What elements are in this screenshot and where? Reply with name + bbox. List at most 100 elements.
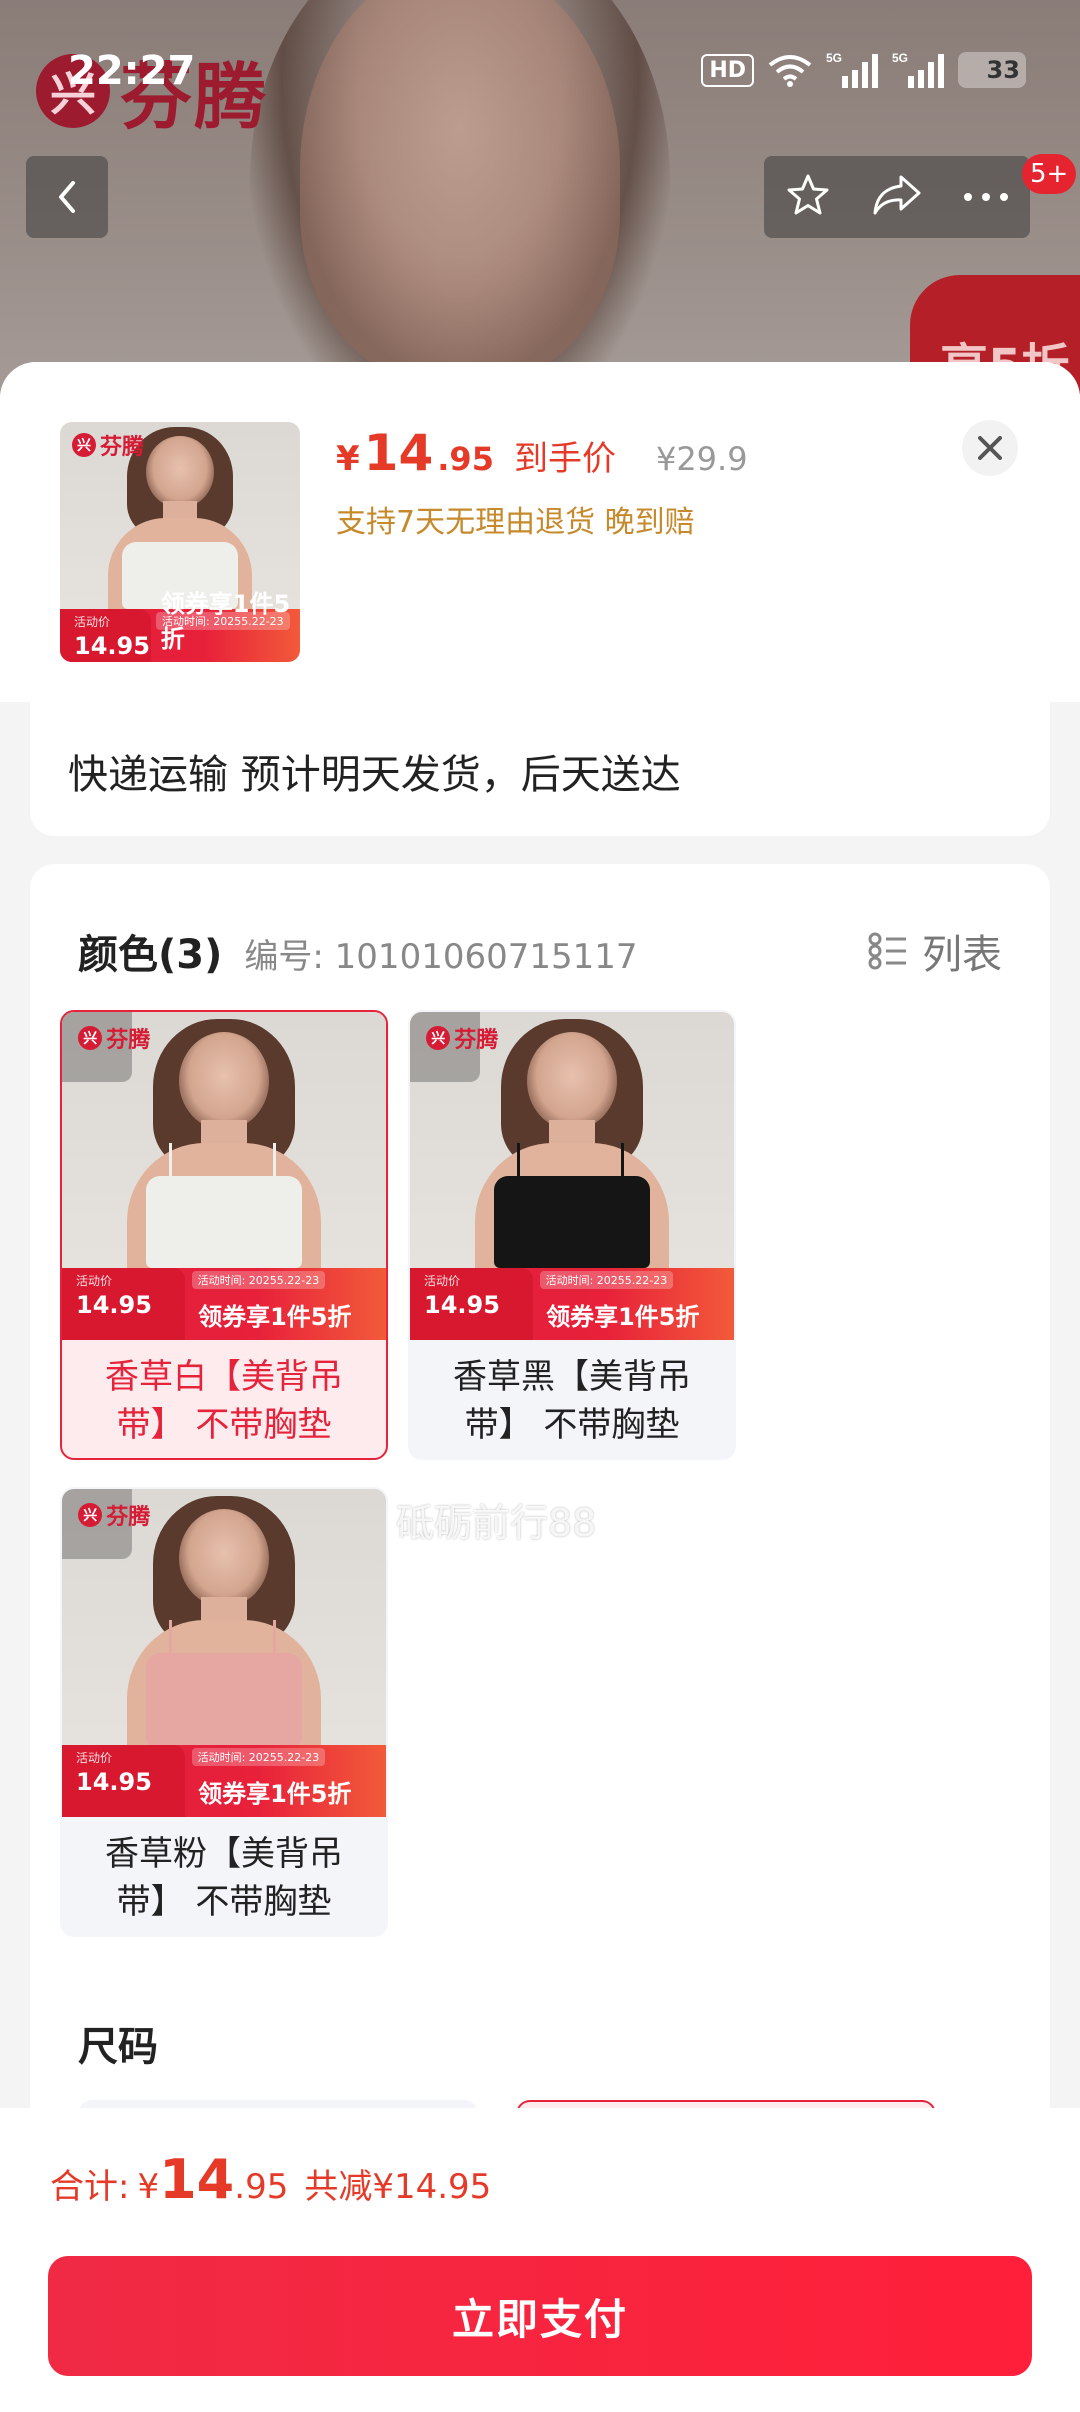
promo-price-label: 活动价 xyxy=(76,1750,113,1765)
price-symbol: ¥ xyxy=(336,439,360,479)
signal-icon-2: 5G xyxy=(892,50,944,90)
total-symbol: ¥ xyxy=(137,2167,160,2207)
model-head xyxy=(178,1031,270,1131)
promo-coupon: 领券享1件5折 xyxy=(160,590,291,653)
promo-price: 14.95 xyxy=(74,632,150,661)
wifi-icon xyxy=(768,53,812,87)
sheet-header: 兴 芬腾 活动价 14.95 活动时间: 20255.22-23 领券享1件5折… xyxy=(0,362,1080,702)
promo-strip: 活动价 14.95 活动时间: 20255.22-23 领券享1件5折 xyxy=(62,1744,386,1817)
color-option-2[interactable]: 兴芬腾活动价 14.95 活动时间: 20255.22-23 领券享1件5折香草粉【美… xyxy=(60,1487,388,1937)
color-option-label: 香草粉【美背吊带】 不带胸垫 xyxy=(105,1834,343,1922)
total-discount: 共减¥14.95 xyxy=(304,2167,492,2207)
brand-dot-icon: 兴 xyxy=(78,1025,103,1050)
color-option-image: 兴芬腾活动价 14.95 活动时间: 20255.22-23 领券享1件5折 xyxy=(410,1012,734,1340)
product-code: 编号: 10101060715117 xyxy=(244,937,638,977)
list-view-toggle[interactable]: 列表 xyxy=(868,922,1002,980)
return-guarantee: 支持7天无理由退货 晚到赔 xyxy=(336,505,695,540)
model-head xyxy=(178,1508,270,1608)
price-line: ¥ 14 .95 到手价 ¥29.9 xyxy=(336,424,748,482)
promo-coupon: 领券享1件5折 xyxy=(546,1303,700,1331)
price-integer: 14 xyxy=(363,424,434,482)
sku-selection-sheet: 兴 芬腾 活动价 14.95 活动时间: 20255.22-23 领券享1件5折… xyxy=(0,362,1080,2412)
promo-price: 14.95 xyxy=(424,1290,500,1319)
product-thumbnail-image: 兴 芬腾 活动价 14.95 活动时间: 20255.22-23 领券享1件5折 xyxy=(60,422,300,662)
nav-actions xyxy=(764,156,1030,238)
promo-price-label: 活动价 xyxy=(76,1273,113,1288)
total-line: 合计: ¥ 14 .95 共减¥14.95 xyxy=(50,2148,491,2211)
promo-time: 活动时间: 20255.22-23 xyxy=(191,1747,326,1766)
image-brand-text: 芬腾 xyxy=(106,1504,151,1530)
color-header: 颜色(3) 编号: 10101060715117 xyxy=(78,922,638,980)
promo-price-box: 活动价 14.95 xyxy=(410,1267,534,1340)
total-integer: 14 xyxy=(159,2148,235,2211)
battery-icon: 33 xyxy=(958,52,1026,88)
promo-coupon: 领券享1件5折 xyxy=(198,1303,352,1331)
back-button[interactable] xyxy=(26,156,108,238)
image-brand-text: 芬腾 xyxy=(100,435,145,461)
promo-time: 活动时间: 20255.22-23 xyxy=(539,1270,674,1289)
total-label: 合计: xyxy=(50,2167,130,2207)
message-badge: 5+ xyxy=(1022,154,1077,194)
checkout-bar: 合计: ¥ 14 .95 共减¥14.95 立即支付 xyxy=(0,2108,1080,2412)
close-button[interactable] xyxy=(962,420,1018,476)
promo-price: 14.95 xyxy=(76,1290,152,1319)
promo-strip: 活动价 14.95 活动时间: 20255.22-23 领券享1件5折 xyxy=(410,1267,734,1340)
hd-icon: HD xyxy=(701,53,754,87)
pay-now-button[interactable]: 立即支付 xyxy=(48,2256,1032,2376)
promo-strip: 活动价 14.95 活动时间: 20255.22-23 领券享1件5折 xyxy=(62,1267,386,1340)
size-title: 尺码 xyxy=(78,2024,158,2070)
shipping-card: 快递运输 预计明天发货，后天送达 xyxy=(30,700,1050,836)
list-icon xyxy=(868,932,906,970)
signal-icon: 5G xyxy=(826,50,878,90)
color-option-image: 兴芬腾活动价 14.95 活动时间: 20255.22-23 领券享1件5折 xyxy=(62,1489,386,1817)
brand-dot-icon: 兴 xyxy=(426,1025,451,1050)
camisole-top xyxy=(146,1653,302,1745)
network-type-label-2: 5G xyxy=(892,51,908,65)
color-option-1[interactable]: 兴芬腾活动价 14.95 活动时间: 20255.22-23 领券享1件5折香草黑【美… xyxy=(408,1010,736,1460)
image-brand-logo: 兴芬腾 xyxy=(78,1499,150,1531)
share-icon xyxy=(873,175,921,215)
color-option-label: 香草白【美背吊带】 不带胸垫 xyxy=(105,1357,343,1445)
promo-strip: 活动价 14.95 活动时间: 20255.22-23 领券享1件5折 xyxy=(60,590,300,662)
status-time: 22:27 xyxy=(68,48,196,94)
list-label: 列表 xyxy=(922,932,1002,978)
camisole-top xyxy=(494,1176,650,1268)
total-decimal: .95 xyxy=(234,2167,289,2207)
image-brand-text: 芬腾 xyxy=(454,1027,499,1053)
promo-price-box: 活动价 14.95 xyxy=(60,609,152,662)
promo-price-box: 活动价 14.95 xyxy=(62,1744,186,1817)
image-brand-logo: 兴芬腾 xyxy=(426,1022,498,1054)
promo-price-label: 活动价 xyxy=(74,615,111,630)
back-icon xyxy=(59,181,75,213)
promo-price-label: 活动价 xyxy=(424,1273,461,1288)
price-tag: 到手价 xyxy=(513,439,616,479)
color-option-label: 香草黑【美背吊带】 不带胸垫 xyxy=(453,1357,691,1445)
watermark: 砥砺前行88 xyxy=(396,1501,597,1545)
price-decimal: .95 xyxy=(437,440,494,478)
color-title: 颜色(3) xyxy=(78,932,223,978)
camisole-top xyxy=(146,1176,302,1268)
star-icon xyxy=(787,174,829,215)
model-head xyxy=(526,1031,618,1131)
more-button[interactable] xyxy=(962,188,1010,207)
share-button[interactable] xyxy=(871,171,923,223)
close-icon xyxy=(978,436,1002,460)
promo-price: 14.95 xyxy=(76,1767,152,1796)
promo-time: 活动时间: 20255.22-23 xyxy=(191,1270,326,1289)
color-option-0[interactable]: 兴芬腾活动价 14.95 活动时间: 20255.22-23 领券享1件5折香草白【美… xyxy=(60,1010,388,1460)
network-type-label: 5G xyxy=(826,51,842,65)
image-brand-logo: 兴 芬腾 xyxy=(72,429,144,461)
promo-coupon: 领券享1件5折 xyxy=(198,1780,352,1808)
image-brand-text: 芬腾 xyxy=(106,1027,151,1053)
color-option-image: 兴芬腾活动价 14.95 活动时间: 20255.22-23 领券享1件5折 xyxy=(62,1012,386,1340)
status-bar: 22:27 HD 5G 5G 33 xyxy=(0,0,1080,140)
original-price: ¥29.9 xyxy=(655,440,748,478)
brand-dot-icon: 兴 xyxy=(72,433,96,458)
status-icons: HD 5G 5G 33 xyxy=(701,50,1026,90)
product-thumbnail[interactable]: 兴 芬腾 活动价 14.95 活动时间: 20255.22-23 领券享1件5折 xyxy=(60,422,300,662)
shipping-text: 快递运输 预计明天发货，后天送达 xyxy=(68,752,681,798)
promo-price-box: 活动价 14.95 xyxy=(62,1267,186,1340)
more-icon xyxy=(964,192,1009,201)
brand-dot-icon: 兴 xyxy=(78,1502,103,1527)
favorite-button[interactable] xyxy=(784,171,832,223)
